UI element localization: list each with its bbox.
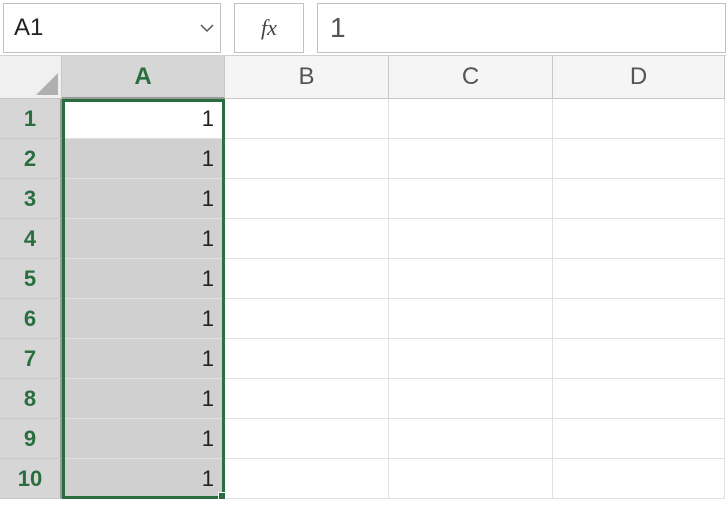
cell-a5[interactable]: 1 <box>62 259 225 299</box>
row-header-8[interactable]: 8 <box>0 379 62 419</box>
row-header-2[interactable]: 2 <box>0 139 62 179</box>
row-header-6[interactable]: 6 <box>0 299 62 339</box>
formula-bar-value: 1 <box>330 12 346 44</box>
column-header-d[interactable]: D <box>553 56 725 99</box>
row-header-10[interactable]: 10 <box>0 459 62 499</box>
fx-button[interactable]: fx <box>234 3 304 53</box>
cell-c1[interactable] <box>389 99 553 139</box>
cell-d6[interactable] <box>553 299 725 339</box>
cell-a10[interactable]: 1 <box>62 459 225 499</box>
cell-b10[interactable] <box>225 459 389 499</box>
name-box-value: A1 <box>14 14 43 42</box>
column-header-c[interactable]: C <box>389 56 553 99</box>
table-row: 10 1 <box>0 459 726 499</box>
table-row: 9 1 <box>0 419 726 459</box>
cell-d2[interactable] <box>553 139 725 179</box>
cell-d1[interactable] <box>553 99 725 139</box>
select-all-triangle-icon <box>36 73 58 95</box>
cell-c9[interactable] <box>389 419 553 459</box>
row-header-1[interactable]: 1 <box>0 99 62 139</box>
column-header-row: A B C D <box>0 56 726 99</box>
cell-b1[interactable] <box>225 99 389 139</box>
cell-a2[interactable]: 1 <box>62 139 225 179</box>
cell-d5[interactable] <box>553 259 725 299</box>
formula-toolbar: A1 fx 1 <box>0 0 726 56</box>
cell-b2[interactable] <box>225 139 389 179</box>
cell-a4[interactable]: 1 <box>62 219 225 259</box>
cell-d7[interactable] <box>553 339 725 379</box>
table-row: 2 1 <box>0 139 726 179</box>
cell-c6[interactable] <box>389 299 553 339</box>
table-row: 5 1 <box>0 259 726 299</box>
cell-d4[interactable] <box>553 219 725 259</box>
fx-label: fx <box>261 15 277 41</box>
cell-a7[interactable]: 1 <box>62 339 225 379</box>
cell-c5[interactable] <box>389 259 553 299</box>
cell-b4[interactable] <box>225 219 389 259</box>
column-header-b[interactable]: B <box>225 56 389 99</box>
cell-a6[interactable]: 1 <box>62 299 225 339</box>
cell-c3[interactable] <box>389 179 553 219</box>
name-box[interactable]: A1 <box>3 3 221 53</box>
cell-d8[interactable] <box>553 379 725 419</box>
cell-a1[interactable]: 1 <box>62 99 225 139</box>
cell-c8[interactable] <box>389 379 553 419</box>
chevron-down-icon[interactable] <box>200 20 214 36</box>
table-row: 4 1 <box>0 219 726 259</box>
table-row: 8 1 <box>0 379 726 419</box>
column-header-a[interactable]: A <box>62 56 225 99</box>
row-header-9[interactable]: 9 <box>0 419 62 459</box>
cell-b5[interactable] <box>225 259 389 299</box>
select-all-corner[interactable] <box>0 56 62 99</box>
row-header-5[interactable]: 5 <box>0 259 62 299</box>
row-header-7[interactable]: 7 <box>0 339 62 379</box>
cell-b3[interactable] <box>225 179 389 219</box>
cell-a9[interactable]: 1 <box>62 419 225 459</box>
cell-d9[interactable] <box>553 419 725 459</box>
row-header-4[interactable]: 4 <box>0 219 62 259</box>
cell-a8[interactable]: 1 <box>62 379 225 419</box>
cell-b7[interactable] <box>225 339 389 379</box>
cell-c2[interactable] <box>389 139 553 179</box>
cell-c10[interactable] <box>389 459 553 499</box>
cell-b9[interactable] <box>225 419 389 459</box>
cell-d3[interactable] <box>553 179 725 219</box>
row-header-3[interactable]: 3 <box>0 179 62 219</box>
table-row: 6 1 <box>0 299 726 339</box>
cell-b8[interactable] <box>225 379 389 419</box>
formula-bar[interactable]: 1 <box>317 3 726 53</box>
cell-c4[interactable] <box>389 219 553 259</box>
cell-d10[interactable] <box>553 459 725 499</box>
spreadsheet-grid: A B C D 1 1 2 1 3 1 4 1 <box>0 56 726 499</box>
cell-b6[interactable] <box>225 299 389 339</box>
cell-a3[interactable]: 1 <box>62 179 225 219</box>
table-row: 3 1 <box>0 179 726 219</box>
table-row: 1 1 <box>0 99 726 139</box>
table-row: 7 1 <box>0 339 726 379</box>
cell-c7[interactable] <box>389 339 553 379</box>
